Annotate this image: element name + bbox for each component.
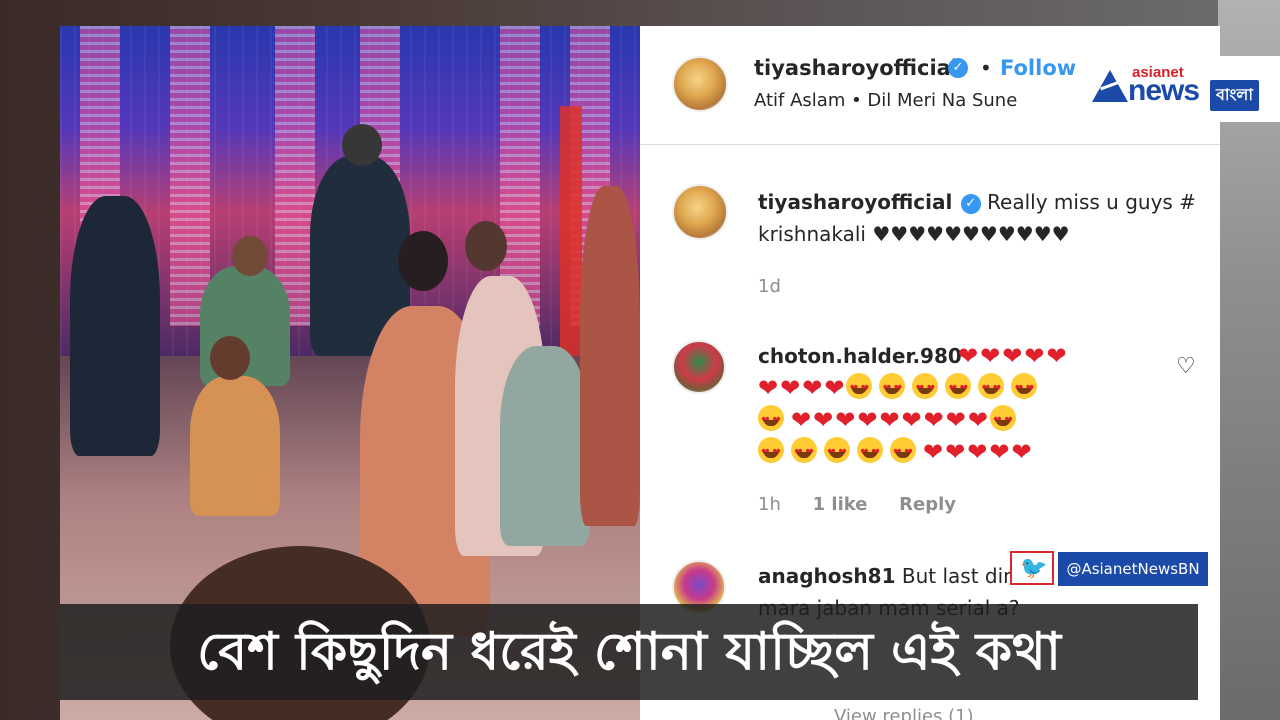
heart-eyes-emoji-icon	[857, 437, 883, 470]
logo-news-text: news	[1128, 74, 1200, 107]
asianet-news-logo: asianet news বাংলা	[1086, 56, 1280, 122]
heart-eyes-emoji-icon	[989, 405, 1016, 438]
red-heart-emoji-icon: ❤	[802, 374, 825, 402]
red-heart-emoji-icon: ❤	[945, 406, 968, 434]
post-username[interactable]: tiyasharoyofficial	[754, 56, 958, 80]
emoji-row: ❤❤❤❤❤❤❤❤❤	[758, 404, 1138, 438]
red-heart-emoji-icon: ❤	[857, 406, 880, 434]
comment-meta: 1h 1 like Reply	[758, 494, 982, 515]
follow-button[interactable]: Follow	[1000, 56, 1076, 80]
red-heart-emoji-icon: ❤	[958, 342, 981, 370]
heart-eyes-emoji-icon	[945, 373, 972, 406]
caption-bar: বেশ কিছুদিন ধরেই শোনা যাচ্ছিল এই কথা	[60, 604, 1198, 700]
red-heart-emoji-icon: ❤	[813, 406, 836, 434]
twitter-icon-box: 🐦	[1010, 551, 1054, 585]
time-label: 1h	[758, 494, 781, 515]
heart-eyes-emoji-icon	[912, 373, 939, 406]
heart-eyes-emoji-icon	[1011, 373, 1038, 406]
comment-username[interactable]: tiyasharoyofficial	[758, 190, 952, 214]
twitter-handle: @AsianetNewsBN	[1058, 552, 1208, 586]
red-heart-emoji-icon: ❤	[1024, 342, 1047, 370]
avatar[interactable]	[672, 184, 728, 240]
comment-text: But last din	[901, 564, 1016, 588]
likes-count[interactable]: 1 like	[813, 494, 868, 515]
caption-comment: tiyasharoyofficial ✓ Really miss u guys …	[758, 186, 1198, 250]
heart-eyes-emoji-icon	[890, 437, 916, 470]
verified-badge-icon: ✓	[948, 58, 968, 78]
red-heart-emoji-icon: ❤	[989, 438, 1012, 466]
reply-button[interactable]: Reply	[899, 494, 956, 515]
red-heart-emoji-icon: ❤	[901, 406, 924, 434]
heart-eyes-emoji-icon	[846, 373, 873, 406]
like-heart-icon[interactable]: ♡	[1176, 354, 1196, 379]
audio-label[interactable]: Atif Aslam • Dil Meri Na Sune	[754, 90, 1017, 111]
comment-username[interactable]: anaghosh81	[758, 564, 896, 588]
emoji-row: ❤❤❤❤	[758, 372, 1138, 406]
heart-eyes-emoji-icon	[879, 373, 906, 406]
logo-bangla-badge: বাংলা	[1210, 80, 1259, 111]
red-heart-emoji-icon: ❤	[980, 342, 1003, 370]
heart-eyes-emoji-icon	[758, 437, 784, 470]
separator-dot: •	[980, 56, 992, 80]
caption-time: 1d	[758, 276, 807, 297]
red-heart-emoji-icon: ❤	[879, 406, 902, 434]
emoji-row: ❤❤❤❤❤	[758, 340, 1138, 372]
red-heart-emoji-icon: ❤	[967, 438, 990, 466]
view-replies-link[interactable]: View replies (1)	[834, 706, 974, 720]
red-heart-emoji-icon: ❤	[923, 438, 946, 466]
red-heart-emoji-icon: ❤	[780, 374, 803, 402]
heart-eyes-emoji-icon	[978, 373, 1005, 406]
verified-badge-icon: ✓	[960, 194, 981, 214]
caption-text: বেশ কিছুদিন ধরেই শোনা যাচ্ছিল এই কথা	[197, 622, 1061, 682]
heart-eyes-emoji-icon	[758, 405, 784, 438]
twitter-bird-icon: 🐦	[1020, 556, 1048, 581]
red-heart-emoji-icon: ❤	[791, 406, 814, 434]
heart-eyes-emoji-icon	[791, 437, 817, 470]
red-heart-emoji-icon: ❤	[1046, 342, 1069, 370]
red-heart-emoji-icon: ❤	[967, 406, 990, 434]
red-heart-emoji-icon: ❤	[945, 438, 968, 466]
avatar[interactable]	[672, 56, 728, 112]
red-heart-emoji-icon: ❤	[824, 374, 847, 402]
comment-emoji-text: ❤❤❤❤❤❤❤❤❤❤❤❤❤❤❤❤❤❤❤❤❤❤❤	[758, 340, 1138, 470]
emoji-row: ❤❤❤❤❤	[758, 436, 1138, 470]
time-label: 1d	[758, 276, 781, 297]
avatar[interactable]	[672, 340, 726, 394]
red-heart-emoji-icon: ❤	[923, 406, 946, 434]
heart-eyes-emoji-icon	[824, 437, 850, 470]
red-heart-emoji-icon: ❤	[758, 374, 781, 402]
red-heart-emoji-icon: ❤	[835, 406, 858, 434]
red-heart-emoji-icon: ❤	[1011, 438, 1034, 466]
red-heart-emoji-icon: ❤	[1002, 342, 1025, 370]
